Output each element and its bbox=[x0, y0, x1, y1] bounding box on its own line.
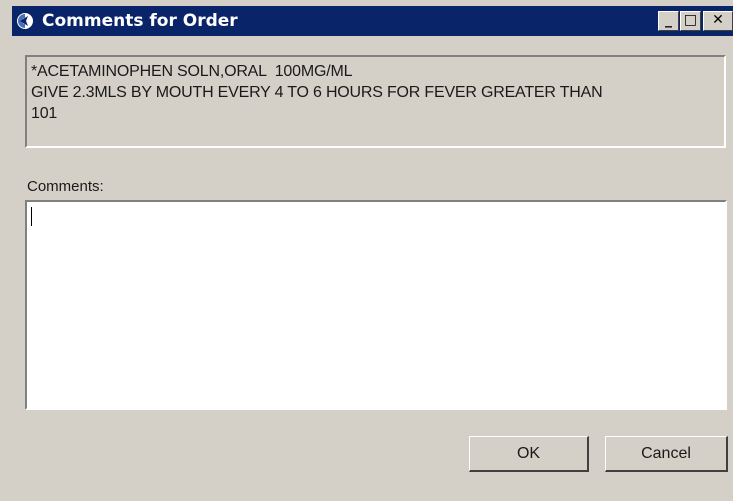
maximize-button[interactable]: □ bbox=[680, 11, 701, 31]
order-line-instructions: GIVE 2.3MLS BY MOUTH EVERY 4 TO 6 HOURS … bbox=[31, 84, 603, 101]
minimize-button[interactable]: _ bbox=[658, 11, 679, 31]
minimize-icon: _ bbox=[665, 12, 672, 28]
maximize-icon: □ bbox=[683, 12, 698, 28]
order-line-continued: 101 bbox=[31, 105, 58, 122]
app-icon bbox=[17, 13, 33, 29]
order-line-drug: *ACETAMINOPHEN SOLN,ORAL 100MG/ML bbox=[31, 63, 353, 80]
dialog-window: Comments for Order _ □ ✕ *ACETAMINOPHEN … bbox=[0, 0, 733, 501]
close-button[interactable]: ✕ bbox=[703, 11, 733, 31]
comments-textarea[interactable] bbox=[25, 200, 727, 410]
comments-label: Comments: bbox=[27, 178, 104, 195]
cancel-button[interactable]: Cancel bbox=[605, 436, 728, 472]
title-bar[interactable]: Comments for Order _ □ ✕ bbox=[12, 6, 733, 36]
close-icon: ✕ bbox=[712, 12, 724, 28]
window-title: Comments for Order bbox=[42, 11, 238, 31]
ok-button[interactable]: OK bbox=[469, 436, 589, 472]
text-cursor bbox=[31, 207, 32, 226]
order-text-display: *ACETAMINOPHEN SOLN,ORAL 100MG/ML GIVE 2… bbox=[25, 55, 726, 148]
